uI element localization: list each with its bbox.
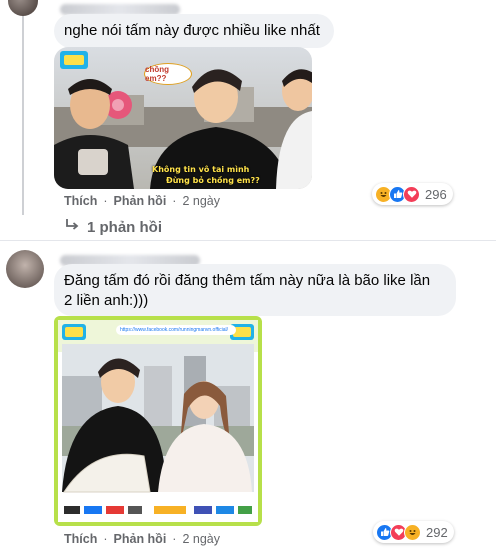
photo-caption-line: Đừng bỏ chồng em?? bbox=[166, 176, 260, 185]
reply-arrow-icon bbox=[64, 218, 80, 236]
reaction-summary[interactable]: 296 bbox=[372, 183, 453, 205]
photo-url-bar: https://www.facebook.com/runningmanvn.of… bbox=[116, 325, 236, 335]
photo-scene bbox=[54, 316, 262, 526]
like-action-button[interactable]: Thích bbox=[64, 532, 97, 546]
view-replies-link[interactable]: 1 phản hồi bbox=[64, 218, 162, 236]
comment-text: nghe nói tấm này được nhiều like nhất bbox=[64, 22, 320, 39]
avatar[interactable] bbox=[6, 250, 44, 288]
reply-action-button[interactable]: Phản hồi bbox=[114, 194, 167, 208]
reaction-count: 296 bbox=[425, 186, 447, 202]
comment-bubble: nghe nói tấm này được nhiều like nhất bbox=[54, 14, 334, 48]
separator-dot: · bbox=[172, 532, 177, 546]
like-action-button[interactable]: Thích bbox=[64, 194, 97, 208]
speech-bubble: chồng em?? bbox=[144, 63, 192, 85]
divider bbox=[0, 240, 496, 241]
separator-dot: · bbox=[172, 194, 177, 208]
comment-text-line: 2 liền anh:))) bbox=[64, 292, 149, 309]
comment-actions: Thích · Phản hồi · 2 ngày bbox=[64, 194, 220, 208]
haha-icon bbox=[404, 523, 421, 541]
comment-photo[interactable]: https://www.facebook.com/runningmanvn.of… bbox=[54, 316, 262, 526]
thread-line bbox=[22, 0, 24, 215]
separator-dot: · bbox=[103, 194, 108, 208]
separator-dot: · bbox=[103, 532, 108, 546]
reaction-count: 292 bbox=[426, 524, 448, 540]
comment-photo[interactable]: chồng em?? Không tin vô tai mình Đừng bỏ… bbox=[54, 47, 312, 189]
timestamp[interactable]: 2 ngày bbox=[182, 532, 220, 546]
love-icon bbox=[403, 185, 420, 203]
photo-caption-line: Không tin vô tai mình bbox=[152, 165, 250, 174]
avatar[interactable] bbox=[8, 0, 38, 16]
comment-bubble: Đăng tấm đó rồi đăng thêm tấm này nữa là… bbox=[54, 264, 456, 316]
timestamp[interactable]: 2 ngày bbox=[182, 194, 220, 208]
reply-action-button[interactable]: Phản hồi bbox=[114, 532, 167, 546]
comment-text-line: Đăng tấm đó rồi đăng thêm tấm này nữa là… bbox=[64, 272, 431, 289]
reaction-summary[interactable]: 292 bbox=[373, 521, 454, 543]
view-replies-label: 1 phản hồi bbox=[87, 218, 162, 236]
comment-actions: Thích · Phản hồi · 2 ngày bbox=[64, 532, 220, 546]
